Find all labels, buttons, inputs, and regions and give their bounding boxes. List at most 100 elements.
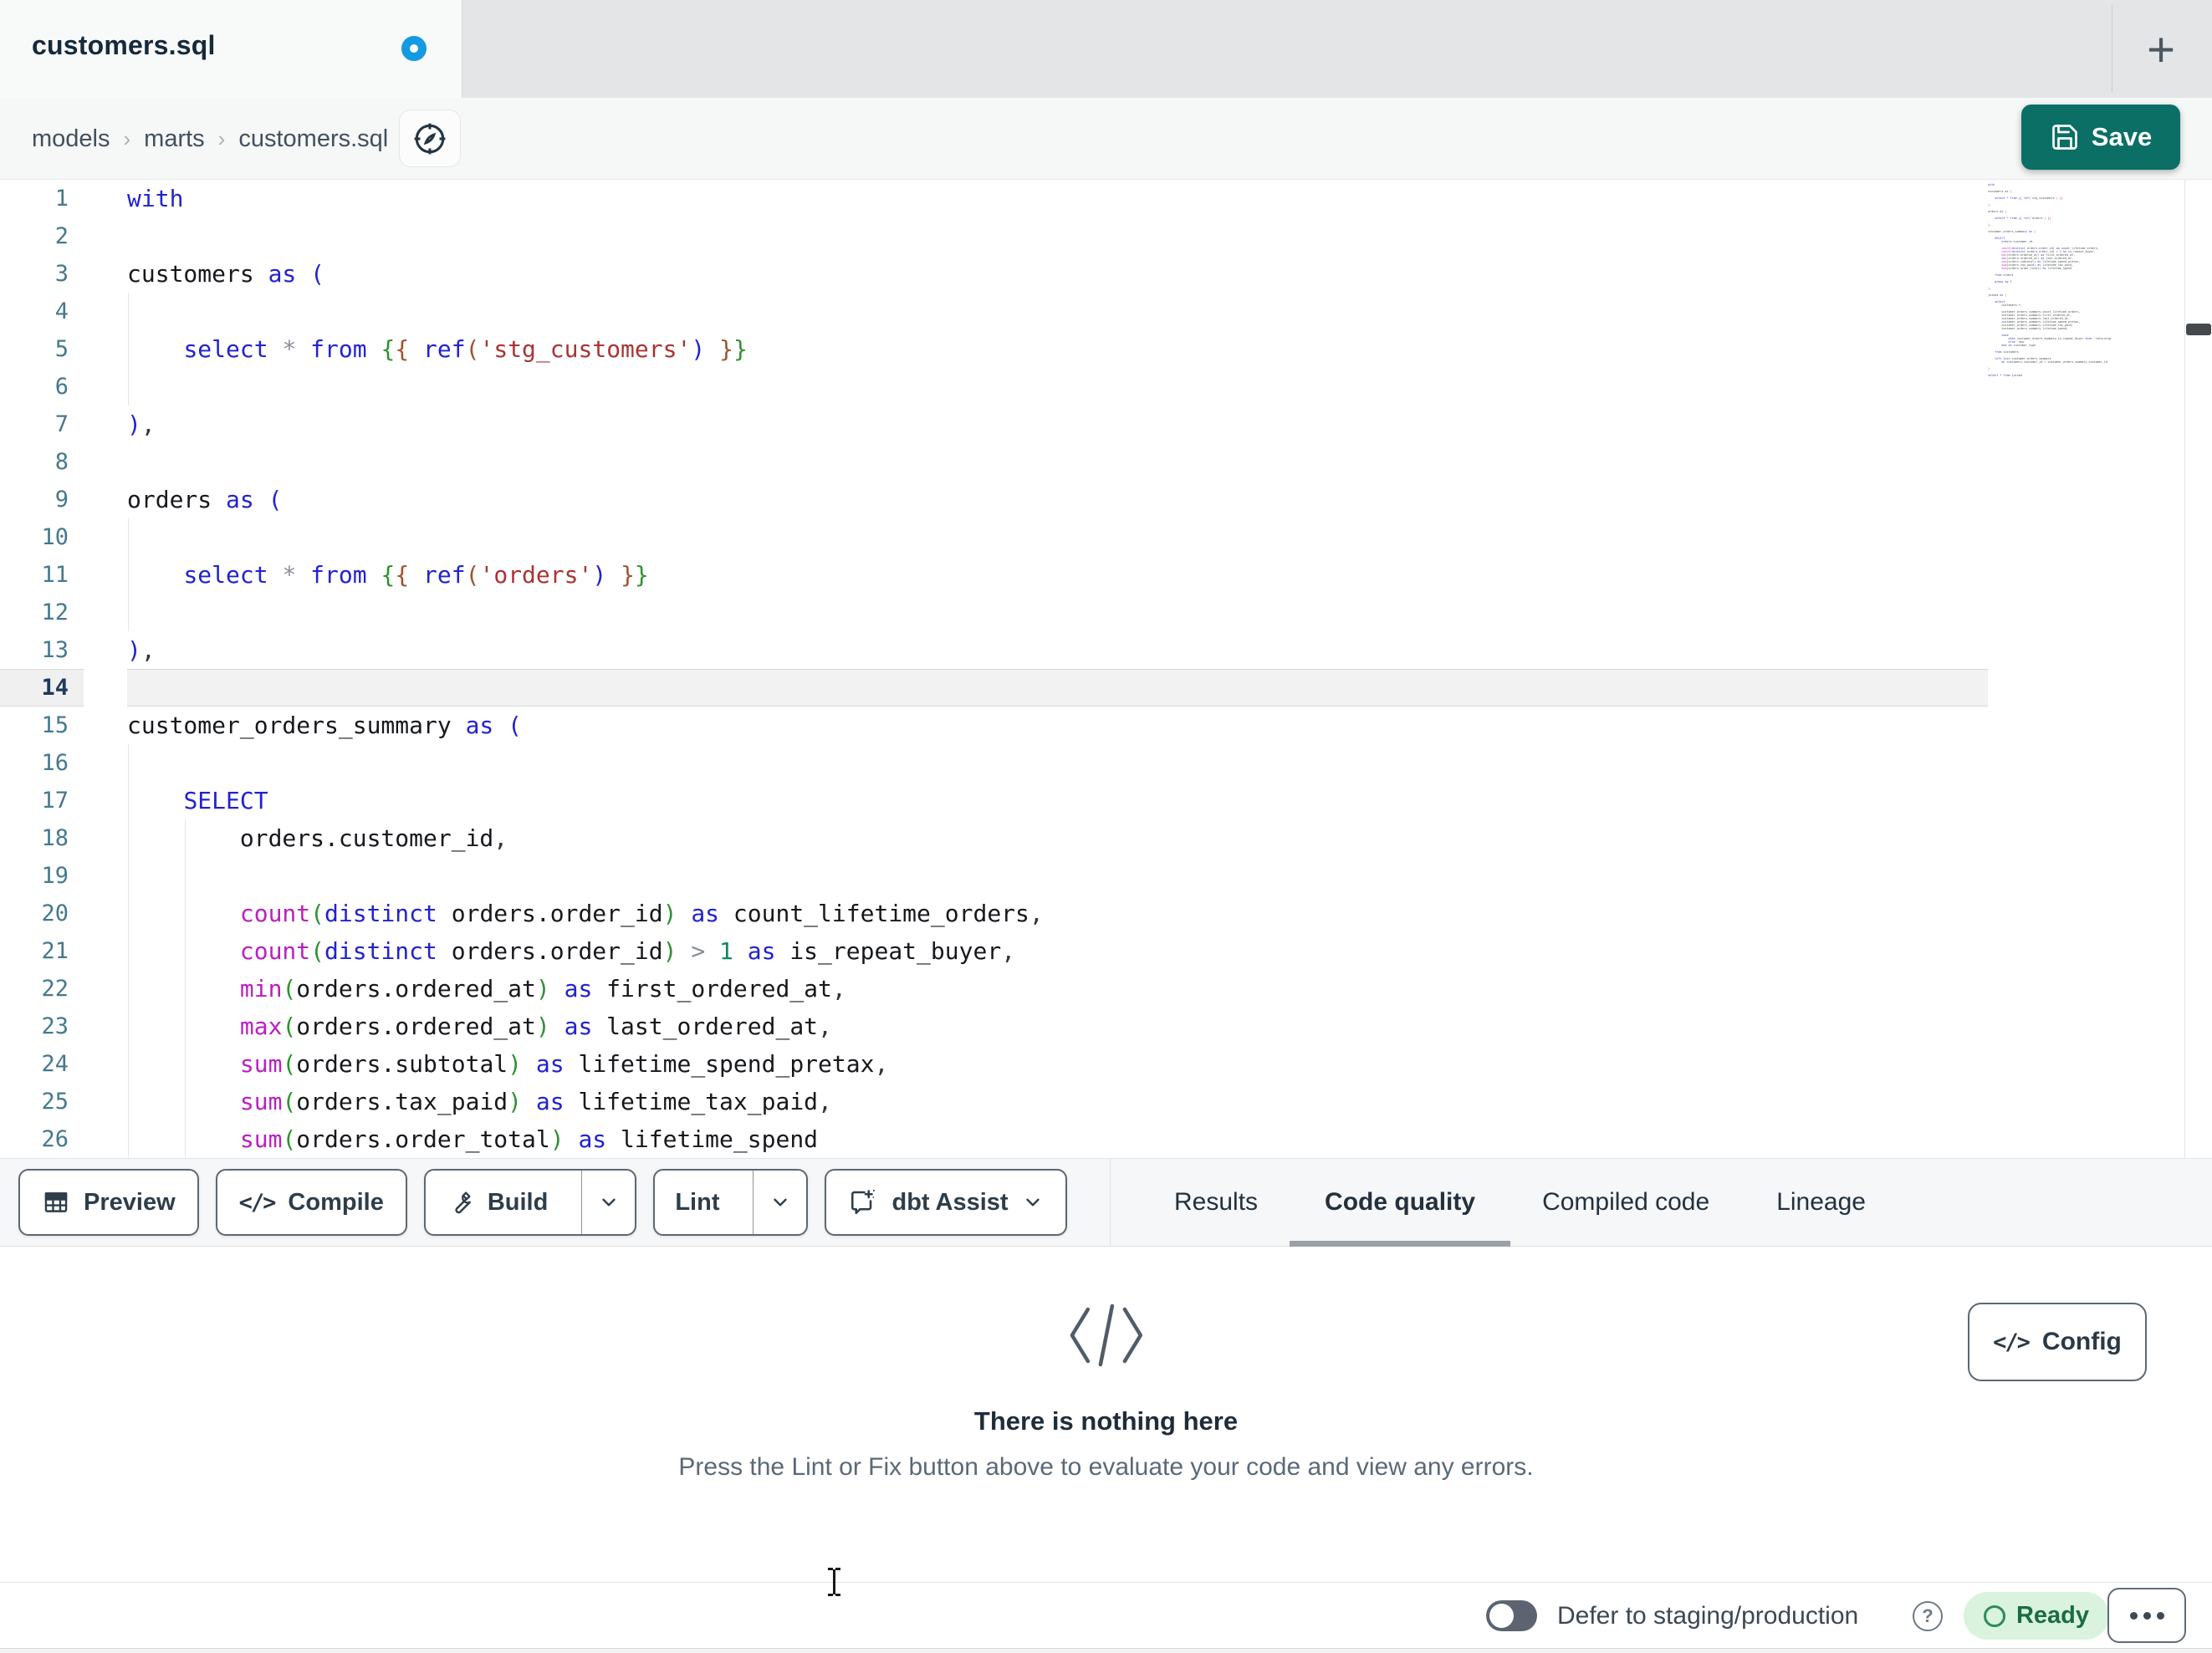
panel-tabs: Results Code quality Compiled code Linea… — [1174, 1158, 1866, 1247]
tab-code-quality[interactable]: Code quality — [1290, 1158, 1511, 1247]
line-number[interactable]: 4 — [0, 293, 84, 330]
help-icon[interactable]: ? — [1913, 1601, 1943, 1631]
lineage-navigator-button[interactable] — [399, 110, 461, 167]
line-number[interactable]: 20 — [0, 895, 84, 932]
build-button-label: Build — [487, 1188, 549, 1216]
line-number[interactable]: 14 — [0, 669, 84, 707]
breadcrumb-item-marts[interactable]: marts — [144, 125, 205, 153]
code-line[interactable]: sum(orders.subtotal) as lifetime_spend_p… — [84, 1045, 1988, 1083]
line-number[interactable]: 23 — [0, 1008, 84, 1045]
code-line[interactable] — [84, 293, 1988, 330]
code-line[interactable]: count(distinct orders.order_id) > 1 as i… — [84, 932, 1988, 970]
assist-chat-sparkle-icon — [848, 1187, 878, 1217]
code-line[interactable] — [84, 443, 1988, 481]
code-line[interactable]: ), — [84, 406, 1988, 443]
code-line[interactable] — [84, 669, 1988, 707]
code-line[interactable]: min(orders.ordered_at) as first_ordered_… — [84, 970, 1988, 1008]
line-number[interactable]: 15 — [0, 707, 84, 744]
code-line[interactable]: ), — [84, 631, 1988, 669]
code-line[interactable]: max(orders.ordered_at) as last_ordered_a… — [84, 1008, 1988, 1045]
line-number[interactable]: 13 — [0, 631, 84, 669]
editor-toolbar: Preview </> Compile Build Lint dbt Assis… — [0, 1158, 2212, 1247]
editor-minimap[interactable]: with customers as ( select * from {{ ref(… — [1988, 183, 2182, 377]
code-line[interactable]: customer_orders_summary as ( — [84, 707, 1988, 744]
code-line[interactable]: sum(orders.tax_paid) as lifetime_tax_pai… — [84, 1083, 1988, 1120]
text-cursor-pointer — [826, 1568, 841, 1596]
line-number[interactable]: 11 — [0, 556, 84, 594]
line-number[interactable]: 26 — [0, 1120, 84, 1158]
status-bar: Defer to staging/production ? Ready — [0, 1582, 2212, 1648]
line-number[interactable]: 12 — [0, 594, 84, 631]
tab-bar: customers.sql + — [0, 0, 2212, 98]
compile-button[interactable]: </> Compile — [215, 1169, 407, 1236]
toolbar-tabs-divider — [1110, 1159, 1111, 1246]
code-brackets-icon: </> — [1993, 1329, 2031, 1355]
line-number[interactable]: 18 — [0, 819, 84, 857]
file-tab-customers-sql[interactable]: customers.sql — [0, 0, 462, 98]
code-brackets-icon: </> — [238, 1189, 277, 1216]
line-number[interactable]: 9 — [0, 481, 84, 518]
line-number[interactable]: 16 — [0, 744, 84, 782]
more-options-button[interactable] — [2107, 1588, 2186, 1643]
build-split-button: Build — [423, 1169, 637, 1236]
line-number[interactable]: 17 — [0, 782, 84, 819]
window-bottom-edge — [0, 1648, 2212, 1653]
save-button[interactable]: Save — [2021, 105, 2180, 170]
breadcrumb-row: models › marts › customers.sql Save — [0, 98, 2212, 180]
line-number[interactable]: 5 — [0, 330, 84, 368]
line-number[interactable]: 25 — [0, 1083, 84, 1120]
new-tab-button[interactable]: + — [2129, 20, 2193, 79]
code-line[interactable]: sum(orders.order_total) as lifetime_spen… — [84, 1120, 1988, 1158]
code-line[interactable]: customers as ( — [84, 255, 1988, 293]
line-number[interactable]: 21 — [0, 932, 84, 970]
line-number[interactable]: 2 — [0, 217, 84, 255]
code-line[interactable]: select * from {{ ref('stg_customers') }} — [84, 330, 1988, 368]
empty-state-title: There is nothing here — [973, 1406, 1239, 1436]
code-line[interactable]: orders as ( — [84, 481, 1988, 518]
defer-toggle[interactable] — [1486, 1600, 1537, 1631]
line-number[interactable]: 10 — [0, 518, 84, 556]
line-number[interactable]: 24 — [0, 1045, 84, 1083]
compass-icon — [411, 120, 449, 158]
code-line[interactable] — [84, 217, 1988, 255]
code-line[interactable] — [84, 744, 1988, 782]
lint-button[interactable]: Lint — [655, 1171, 739, 1234]
compile-button-label: Compile — [288, 1188, 384, 1216]
wrench-icon — [446, 1188, 474, 1217]
code-line[interactable]: SELECT — [84, 782, 1988, 819]
dbt-assist-button[interactable]: dbt Assist — [825, 1169, 1067, 1236]
code-line[interactable]: with — [84, 180, 1988, 217]
breadcrumb-item-models[interactable]: models — [32, 125, 110, 153]
build-button[interactable]: Build — [426, 1171, 569, 1234]
editor-code[interactable]: with customers as ( select * from {{ ref(… — [84, 180, 1988, 1158]
line-number[interactable]: 19 — [0, 857, 84, 895]
config-button[interactable]: </> Config — [1968, 1303, 2147, 1381]
breadcrumb-item-file[interactable]: customers.sql — [238, 125, 388, 153]
lint-button-label: Lint — [675, 1188, 720, 1216]
chevron-down-icon — [598, 1191, 620, 1213]
code-editor[interactable]: 1 2 3 4 5 6 7 8 9 10 11 12 13 14 15 16 17 18 19 20 21 22 23 24 2… — [0, 180, 2212, 1158]
build-dropdown-button[interactable] — [581, 1171, 635, 1234]
code-line[interactable] — [84, 857, 1988, 895]
line-number[interactable]: 6 — [0, 368, 84, 406]
breadcrumb: models › marts › customers.sql — [32, 98, 388, 180]
code-line[interactable]: orders.customer_id, — [84, 819, 1988, 857]
preview-button[interactable]: Preview — [18, 1169, 199, 1236]
scrollbar-track — [2184, 180, 2185, 1158]
code-line[interactable]: select * from {{ ref('orders') }} — [84, 556, 1988, 594]
line-number[interactable]: 8 — [0, 443, 84, 481]
chevron-down-icon — [1022, 1191, 1044, 1213]
scrollbar-thumb[interactable] — [2186, 324, 2211, 335]
line-number[interactable]: 1 — [0, 180, 84, 217]
line-number[interactable]: 22 — [0, 970, 84, 1008]
tab-compiled-code[interactable]: Compiled code — [1542, 1158, 1709, 1247]
tab-lineage[interactable]: Lineage — [1776, 1158, 1866, 1247]
lint-dropdown-button[interactable] — [753, 1171, 806, 1234]
line-number[interactable]: 3 — [0, 255, 84, 293]
tab-results[interactable]: Results — [1174, 1158, 1258, 1247]
code-line[interactable] — [84, 368, 1988, 406]
code-line[interactable] — [84, 594, 1988, 631]
code-line[interactable] — [84, 518, 1988, 556]
line-number[interactable]: 7 — [0, 406, 84, 443]
code-line[interactable]: count(distinct orders.order_id) as count… — [84, 895, 1988, 932]
